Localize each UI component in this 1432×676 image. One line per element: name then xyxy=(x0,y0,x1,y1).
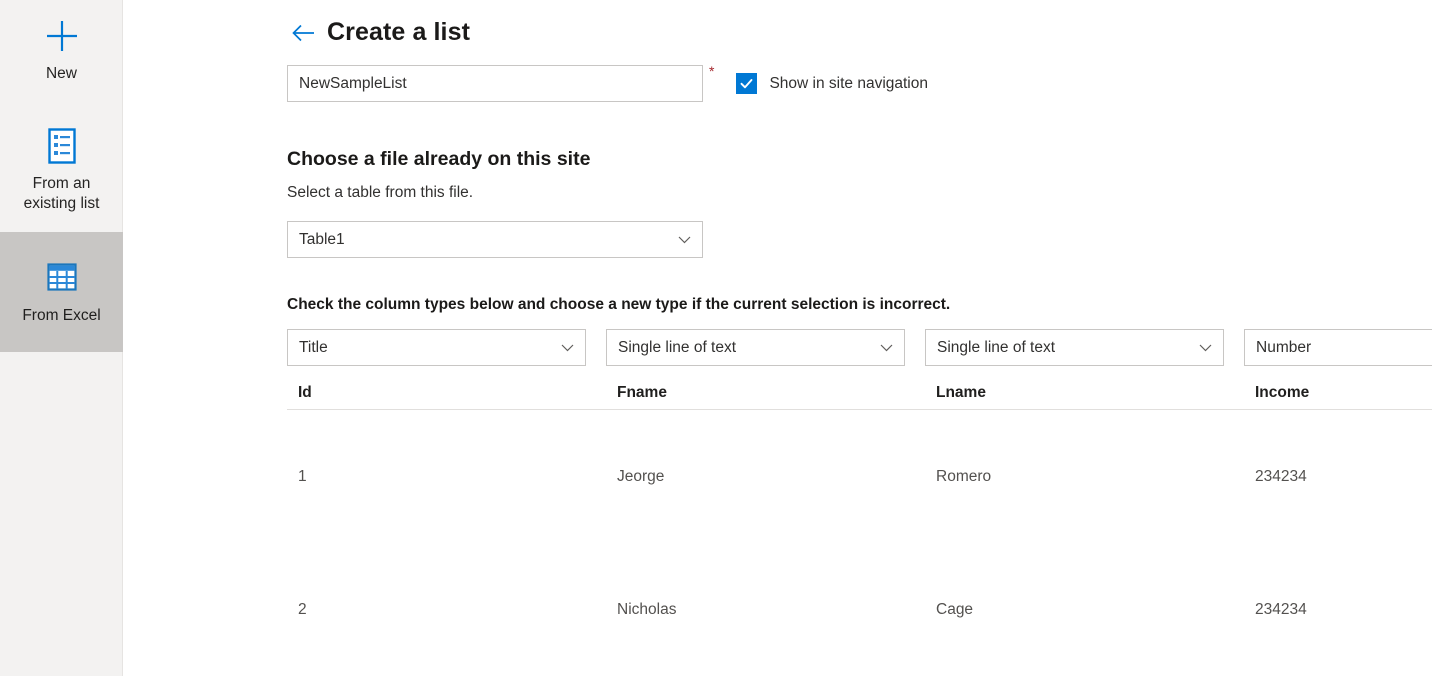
preview-table-body: 1 Jeorge Romero 234234 2 Nicholas Cage 2… xyxy=(287,410,1432,676)
list-name-input[interactable] xyxy=(287,65,703,102)
column-type-value-3: Number xyxy=(1256,338,1312,356)
sidebar-item-from-excel[interactable]: From Excel xyxy=(0,232,123,352)
column-type-value-0: Title xyxy=(299,338,328,356)
show-in-site-navigation-label: Show in site navigation xyxy=(769,74,928,92)
column-header-3: Income xyxy=(1255,384,1310,401)
column-type-value-2: Single line of text xyxy=(937,338,1056,356)
file-section-subtitle: Select a table from this file. xyxy=(287,184,474,201)
create-list-page: New From an existing list From Excel Cre… xyxy=(0,0,1432,676)
table-row[interactable]: 2 Nicholas Cage 234234 xyxy=(287,543,1432,676)
list-icon xyxy=(45,124,79,168)
column-header-2: Lname xyxy=(936,384,986,401)
table-row[interactable]: 1 Jeorge Romero 234234 xyxy=(287,410,1432,543)
column-type-dropdown-1[interactable]: Single line of text xyxy=(606,329,905,366)
cell-fname: Jeorge xyxy=(617,467,665,485)
page-title: Create a list xyxy=(327,18,471,46)
main-content: Create a list * Show in site navigation … xyxy=(123,0,1432,676)
column-type-dropdown-2[interactable]: Single line of text xyxy=(925,329,1224,366)
preview-table-header-row: Id Fname Lname Income xyxy=(287,384,1432,402)
cell-lname: Romero xyxy=(936,467,992,485)
column-header-0: Id xyxy=(298,384,312,401)
cell-fname: Nicholas xyxy=(617,600,677,618)
chevron-down-icon xyxy=(675,231,693,248)
column-type-dropdown-3[interactable]: Number xyxy=(1244,329,1432,366)
sidebar-item-from-existing-list-label: From an existing list xyxy=(23,175,100,212)
list-name-row: * Show in site navigation xyxy=(287,63,928,102)
table-select-value: Table1 xyxy=(299,230,345,248)
cell-id: 1 xyxy=(298,467,307,485)
file-section-title: Choose a file already on this site xyxy=(287,148,591,170)
excel-grid-icon xyxy=(45,256,79,300)
column-type-value-1: Single line of text xyxy=(618,338,737,356)
column-type-dropdowns: Title Single line of text Single line of… xyxy=(287,329,1432,366)
checkmark-icon xyxy=(736,73,758,94)
chevron-down-icon xyxy=(1196,339,1214,356)
sidebar-item-from-existing-list[interactable]: From an existing list xyxy=(0,102,123,232)
sidebar-item-new-label: New xyxy=(45,65,77,82)
column-types-instruction: Check the column types below and choose … xyxy=(287,296,951,313)
required-asterisk: * xyxy=(709,63,715,79)
column-header-1: Fname xyxy=(617,384,667,401)
sidebar: New From an existing list From Excel xyxy=(0,0,123,676)
sidebar-item-new[interactable]: New xyxy=(0,0,123,102)
back-arrow-icon[interactable] xyxy=(291,20,317,46)
chevron-down-icon xyxy=(558,339,576,356)
chevron-down-icon xyxy=(877,339,895,356)
plus-icon xyxy=(42,14,82,58)
cell-income: 234234 xyxy=(1255,467,1307,485)
show-in-site-navigation-checkbox[interactable]: Show in site navigation xyxy=(736,73,928,94)
table-select-dropdown[interactable]: Table1 xyxy=(287,221,703,258)
cell-id: 2 xyxy=(298,600,307,618)
cell-income: 234234 xyxy=(1255,600,1307,618)
sidebar-item-from-excel-label: From Excel xyxy=(22,307,101,324)
column-type-dropdown-0[interactable]: Title xyxy=(287,329,586,366)
page-header: Create a list xyxy=(291,18,470,47)
cell-lname: Cage xyxy=(936,600,974,618)
